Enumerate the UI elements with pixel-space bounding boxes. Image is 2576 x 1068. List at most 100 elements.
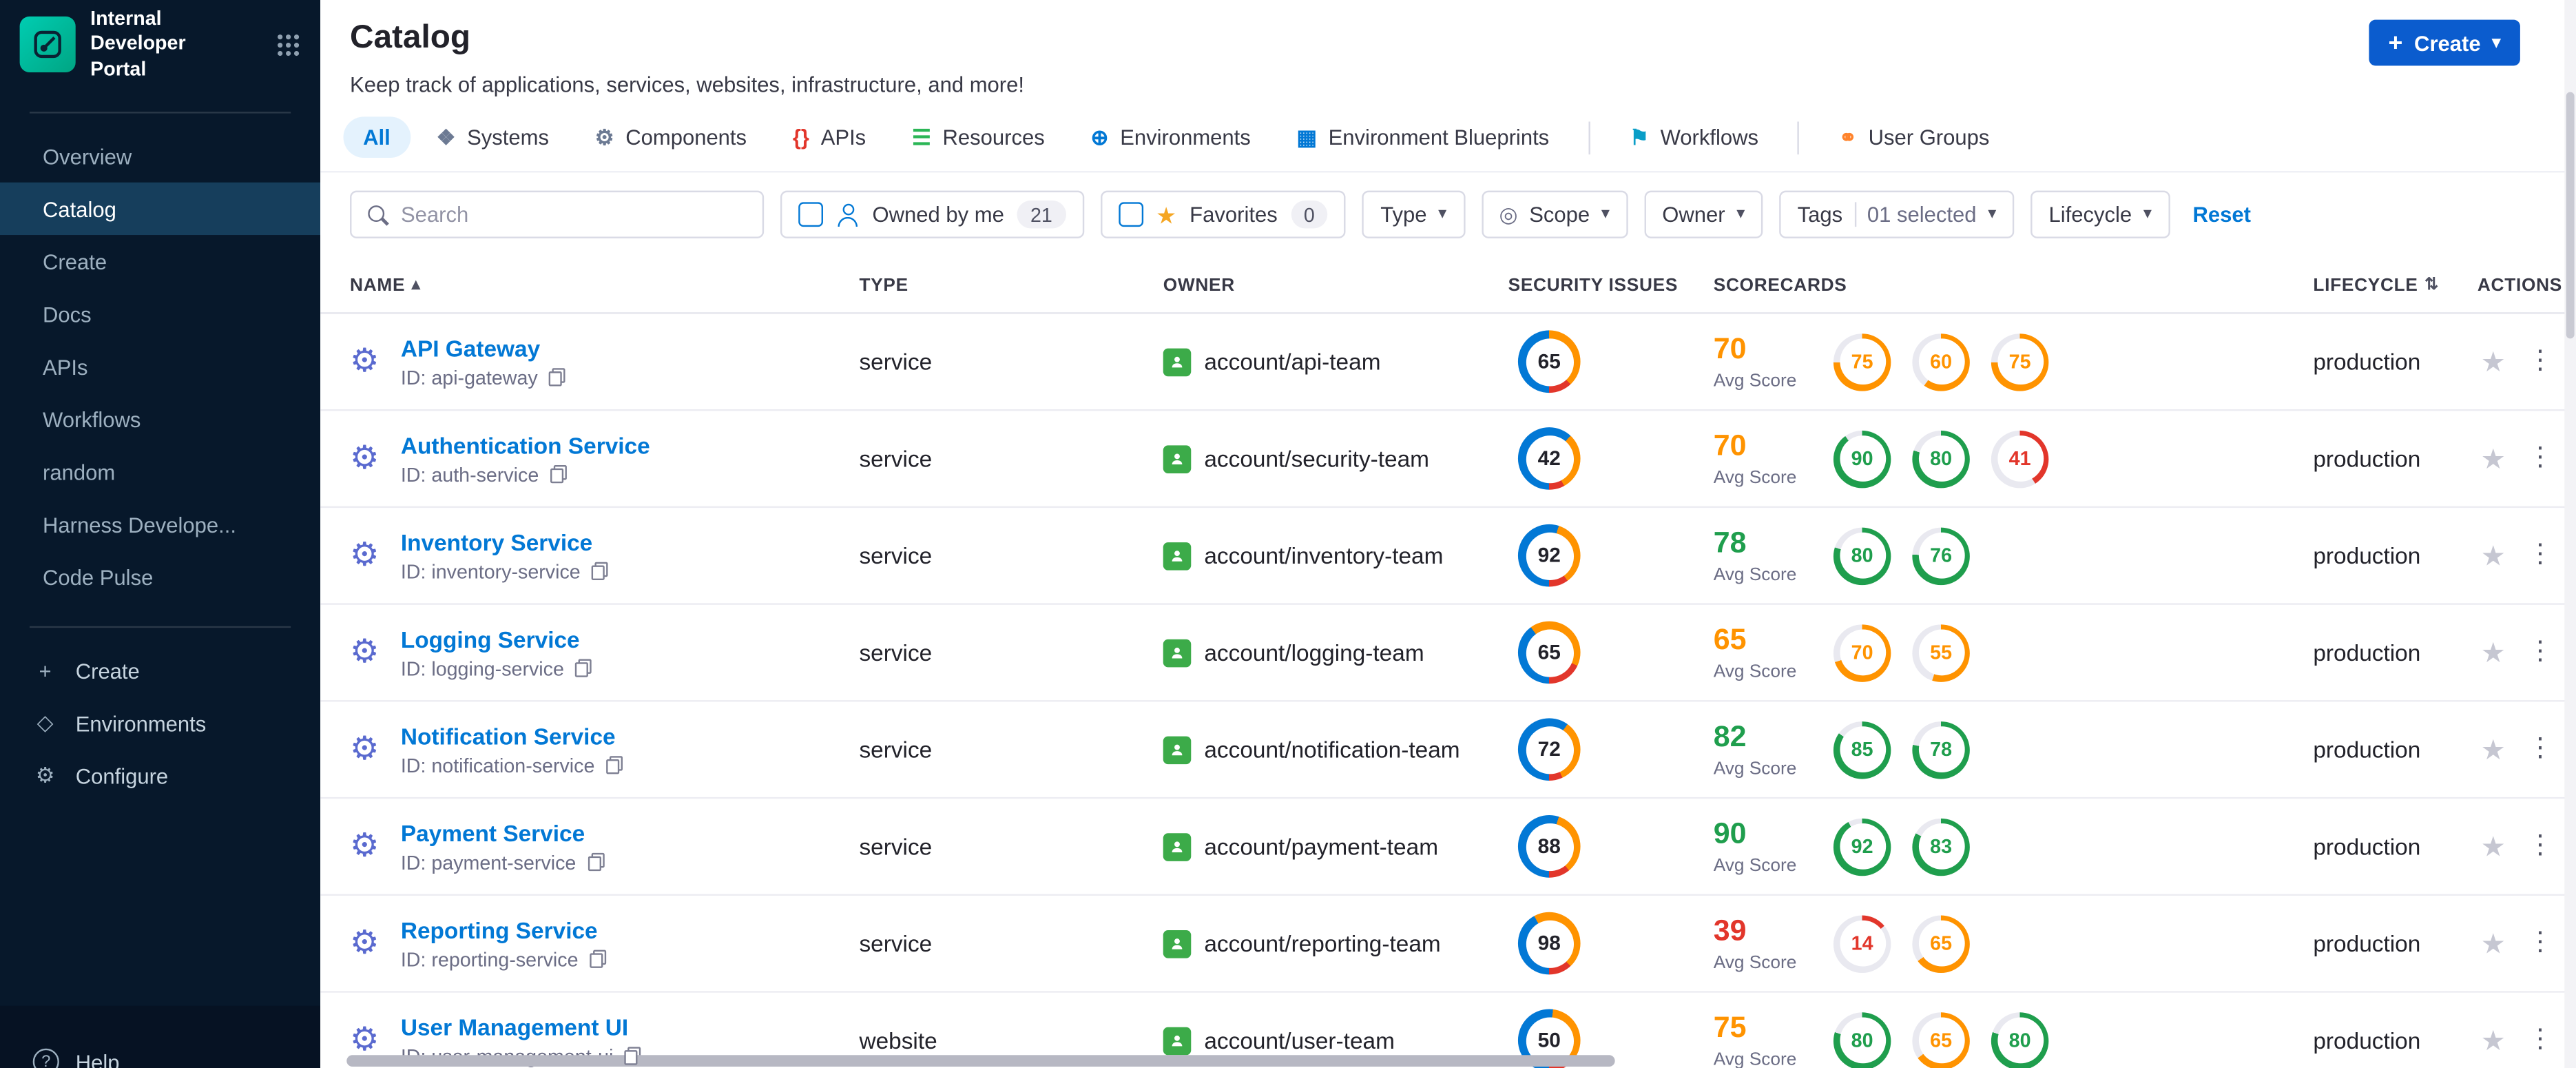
column-header-name[interactable]: NAME ▴ xyxy=(350,276,859,296)
component-name-link[interactable]: User Management UI xyxy=(401,1013,628,1039)
column-label: SCORECARDS xyxy=(1713,275,1847,296)
more-actions-icon[interactable]: ⋮ xyxy=(2527,832,2553,859)
checkbox[interactable] xyxy=(1118,202,1143,227)
more-actions-icon[interactable]: ⋮ xyxy=(2527,930,2553,956)
sidebar-item-overview[interactable]: Overview xyxy=(0,130,320,182)
checkbox[interactable] xyxy=(798,202,823,227)
column-header-lifecycle[interactable]: LIFECYCLE ⇅ xyxy=(2313,276,2478,296)
component-name-link[interactable]: Inventory Service xyxy=(401,528,592,555)
tab-components[interactable]: ⚙ Components xyxy=(575,116,767,158)
copy-icon[interactable] xyxy=(606,756,623,774)
tab-all[interactable]: All xyxy=(343,116,411,158)
column-label: SECURITY ISSUES xyxy=(1508,275,1679,296)
filter-chip-owned-by-me[interactable]: Owned by me 21 xyxy=(780,190,1084,238)
resources-icon: ☰ xyxy=(912,125,931,150)
sidebar-nav: Overview Catalog Create Docs APIs Workflows ra… xyxy=(0,130,321,603)
sidebar-item-workflows[interactable]: Workflows xyxy=(0,393,320,445)
filter-dropdown-type[interactable]: Type ▾ xyxy=(1362,190,1465,238)
sidebar-item-catalog[interactable]: Catalog xyxy=(0,182,321,236)
security-issues-count: 42 xyxy=(1525,434,1573,483)
filter-dropdown-lifecycle[interactable]: Lifecycle ▾ xyxy=(2030,190,2170,238)
table-row[interactable]: ⚙ Notification Service ID: notification-se… xyxy=(320,701,2576,799)
column-header-actions[interactable]: ACTIONS xyxy=(2478,276,2576,296)
tab-workflows[interactable]: ⚑ Workflows xyxy=(1610,116,1778,158)
scorecard-ring: 14 xyxy=(1833,914,1891,972)
column-header-scorecards[interactable]: SCORECARDS xyxy=(1714,276,2314,296)
horizontal-scrollbar[interactable] xyxy=(346,1055,1615,1067)
component-type: service xyxy=(859,833,933,860)
copy-icon[interactable] xyxy=(550,465,567,484)
filter-dropdown-owner[interactable]: Owner ▾ xyxy=(1643,190,1763,238)
sidebar-item-harness-develope[interactable]: Harness Develope... xyxy=(0,498,320,551)
more-actions-icon[interactable]: ⋮ xyxy=(2527,444,2553,471)
filter-dropdown-scope[interactable]: ◎ Scope ▾ xyxy=(1481,190,1628,238)
workflows-icon: ⚑ xyxy=(1630,125,1649,150)
sidebar-item-random[interactable]: random xyxy=(0,445,320,497)
column-header-type[interactable]: TYPE xyxy=(859,276,1163,296)
more-actions-icon[interactable]: ⋮ xyxy=(2527,1027,2553,1054)
copy-icon[interactable] xyxy=(575,659,592,677)
component-name-link[interactable]: Logging Service xyxy=(401,626,580,652)
count-badge: 0 xyxy=(1290,200,1328,229)
vertical-scrollbar[interactable] xyxy=(2564,0,2576,1068)
sidebar-item-docs[interactable]: Docs xyxy=(0,287,320,340)
component-name-link[interactable]: API Gateway xyxy=(401,334,540,360)
sidebar-item-code-pulse[interactable]: Code Pulse xyxy=(0,551,320,603)
sidebar-action-configure[interactable]: ⚙ Configure xyxy=(0,750,320,802)
scorecard-ring: 76 xyxy=(1912,526,1970,584)
more-actions-icon[interactable]: ⋮ xyxy=(2527,639,2553,666)
component-name-link[interactable]: Authentication Service xyxy=(401,431,650,458)
column-header-security-issues[interactable]: SECURITY ISSUES xyxy=(1508,276,1714,296)
sidebar-action-create[interactable]: + Create xyxy=(0,644,320,697)
reset-filters-button[interactable]: Reset xyxy=(2192,202,2250,227)
avg-score-label: Avg Score xyxy=(1713,662,1797,682)
table-row[interactable]: ⚙ Payment Service ID: payment-service servi… xyxy=(320,799,2576,896)
favorite-star-icon[interactable]: ★ xyxy=(2481,639,2506,667)
tab-resources[interactable]: ☰ Resources xyxy=(892,116,1064,158)
favorite-star-icon[interactable]: ★ xyxy=(2481,1027,2506,1055)
filter-chip-favorites[interactable]: ★ Favorites 0 xyxy=(1100,190,1347,238)
copy-icon[interactable] xyxy=(588,852,604,872)
apps-grid-icon[interactable] xyxy=(276,32,301,57)
tab-environment-blueprints[interactable]: ▦ Environment Blueprints xyxy=(1277,116,1569,158)
tab-apis[interactable]: {} APIs xyxy=(773,116,886,158)
component-name-link[interactable]: Payment Service xyxy=(401,819,585,845)
column-label: NAME xyxy=(350,275,406,296)
sidebar-action-label: Configure xyxy=(75,763,169,788)
more-actions-icon[interactable]: ⋮ xyxy=(2527,542,2553,568)
favorite-star-icon[interactable]: ★ xyxy=(2481,735,2506,763)
more-actions-icon[interactable]: ⋮ xyxy=(2527,735,2553,763)
tab-user-groups[interactable]: ⚭ User Groups xyxy=(1819,116,2009,158)
copy-icon[interactable] xyxy=(590,949,607,968)
filter-dropdown-tags[interactable]: Tags 01 selected ▾ xyxy=(1779,190,2015,238)
tab-systems[interactable]: ❖ Systems xyxy=(417,116,569,158)
tab-label: Components xyxy=(625,125,747,150)
sidebar-item-create[interactable]: Create xyxy=(0,235,320,287)
table-row[interactable]: ⚙ Authentication Service ID: auth-service s… xyxy=(320,411,2576,509)
more-actions-icon[interactable]: ⋮ xyxy=(2527,347,2553,375)
sidebar-item-help[interactable]: ? Help xyxy=(32,1048,120,1068)
sidebar-item-apis[interactable]: APIs xyxy=(0,340,320,393)
table-row[interactable]: ⚙ API Gateway ID: api-gateway service accoun… xyxy=(320,314,2576,411)
column-header-owner[interactable]: OWNER xyxy=(1163,276,1508,296)
table-row[interactable]: ⚙ Logging Service ID: logging-service servi… xyxy=(320,605,2576,702)
favorite-star-icon[interactable]: ★ xyxy=(2481,347,2506,376)
component-name-link[interactable]: Reporting Service xyxy=(401,916,598,943)
owner-name: account/api-team xyxy=(1204,348,1381,375)
copy-icon[interactable] xyxy=(549,368,566,387)
favorite-star-icon[interactable]: ★ xyxy=(2481,832,2506,861)
table-row[interactable]: ⚙ Inventory Service ID: inventory-service s… xyxy=(320,508,2576,605)
copy-icon[interactable] xyxy=(592,562,609,580)
favorite-star-icon[interactable]: ★ xyxy=(2481,542,2506,570)
avg-score-label: Avg Score xyxy=(1713,468,1797,489)
search-input[interactable] xyxy=(400,202,748,227)
tab-label: Resources xyxy=(942,125,1045,150)
table-row[interactable]: ⚙ Reporting Service ID: reporting-service s… xyxy=(320,896,2576,993)
sidebar-action-environments[interactable]: ◇ Environments xyxy=(0,697,320,749)
create-button[interactable]: + Create ▾ xyxy=(2368,19,2520,66)
favorite-star-icon[interactable]: ★ xyxy=(2481,930,2506,958)
component-name-link[interactable]: Notification Service xyxy=(401,722,616,748)
favorite-star-icon[interactable]: ★ xyxy=(2481,444,2506,473)
tab-environments[interactable]: ⊕ Environments xyxy=(1071,116,1271,158)
vertical-scrollbar-thumb[interactable] xyxy=(2566,92,2575,339)
